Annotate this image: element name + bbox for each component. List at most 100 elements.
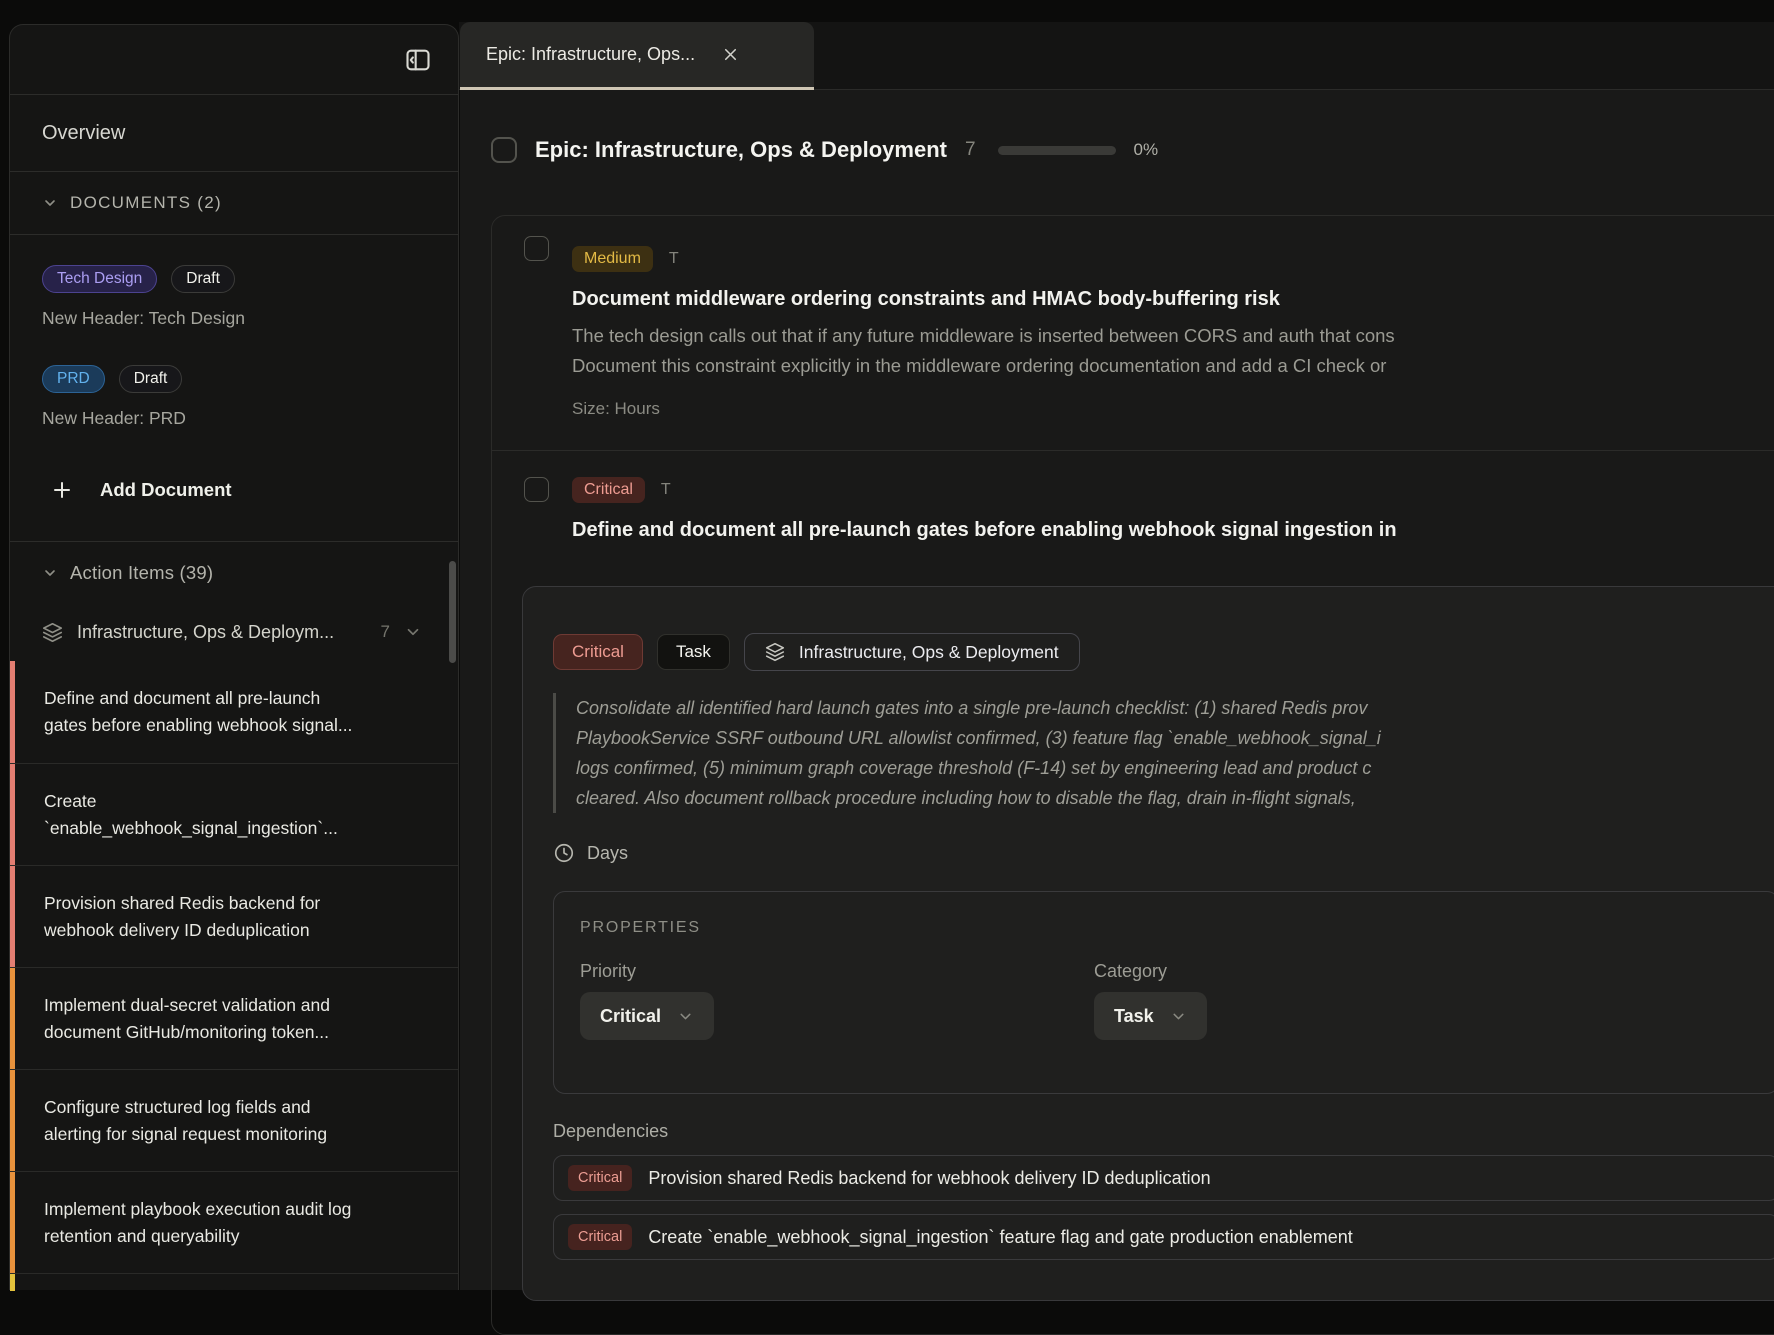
priority-badge: Critical (572, 477, 645, 503)
action-items-group[interactable]: Infrastructure, Ops & Deploym... 7 (10, 603, 458, 661)
properties-box: PROPERTIES Priority Critical Category (553, 891, 1774, 1094)
priority-bar (10, 1274, 15, 1291)
doc-title[interactable]: New Header: Tech Design (42, 306, 426, 331)
priority-bar (10, 968, 15, 1069)
task-description: The tech design calls out that if any fu… (572, 321, 1774, 381)
doc-title[interactable]: New Header: PRD (42, 406, 426, 431)
overview-label: Overview (42, 122, 125, 145)
epic-checkbox[interactable] (491, 137, 517, 163)
dependency-priority-badge: Critical (568, 1165, 632, 1191)
epic-header: Epic: Infrastructure, Ops & Deployment 7… (491, 137, 1158, 163)
sidebar-scrollbar-thumb[interactable] (449, 561, 456, 663)
chip-label: Infrastructure, Ops & Deployment (799, 642, 1059, 663)
item-text: Create (44, 788, 432, 815)
priority-badge: Medium (572, 246, 653, 272)
item-text: gates before enabling webhook signal... (44, 712, 432, 739)
document-item[interactable]: Tech Design Draft New Header: Tech Desig… (42, 265, 426, 331)
doc-status-badge: Draft (119, 365, 183, 393)
tab-epic[interactable]: Epic: Infrastructure, Ops... (460, 22, 814, 90)
documents-section-header[interactable]: DOCUMENTS (2) (10, 172, 458, 235)
category-dropdown-value: Task (1114, 1006, 1154, 1027)
priority-bar (10, 764, 15, 865)
sidebar-collapse-button[interactable] (401, 43, 435, 77)
category-dropdown[interactable]: Task (1094, 992, 1207, 1040)
task-checkbox[interactable] (524, 236, 549, 261)
chevron-down-icon (42, 195, 58, 211)
detail-category-chip[interactable]: Infrastructure, Ops & Deployment (744, 633, 1080, 671)
epic-title: Epic: Infrastructure, Ops & Deployment (535, 137, 947, 163)
effort-label: Days (587, 843, 628, 864)
close-icon (721, 45, 740, 64)
priority-bar (10, 1070, 15, 1171)
priority-bar (10, 1172, 15, 1273)
type-letter: T (661, 481, 671, 499)
epic-count: 7 (965, 139, 976, 161)
dependency-priority-badge: Critical (568, 1224, 632, 1250)
task-title[interactable]: Document middleware ordering constraints… (572, 286, 1774, 313)
dependency-text: Provision shared Redis backend for webho… (648, 1168, 1210, 1189)
list-item[interactable]: Define and document all pre-launch gates… (10, 661, 458, 763)
action-items-section-header[interactable]: Action Items (39) (10, 541, 458, 603)
priority-field-label: Priority (580, 960, 714, 982)
task-title[interactable]: Define and document all pre-launch gates… (572, 517, 1774, 544)
group-label: Infrastructure, Ops & Deploym... (77, 622, 334, 643)
sidebar-item-overview[interactable]: Overview (10, 95, 458, 172)
item-text: Configure structured log fields and (44, 1094, 432, 1121)
group-count: 7 (381, 622, 390, 642)
document-item[interactable]: PRD Draft New Header: PRD (42, 365, 426, 431)
list-item[interactable]: Create `enable_webhook_signal_ingestion`… (10, 763, 458, 865)
list-item[interactable]: Implement playbook execution audit log r… (10, 1171, 458, 1273)
action-items-header-label: Action Items (39) (70, 562, 213, 584)
list-item[interactable] (10, 1273, 458, 1291)
item-text: Implement dual-secret validation and (44, 992, 432, 1019)
detail-type-badge: Task (657, 634, 730, 670)
category-field: Category Task (1094, 960, 1207, 1040)
list-item[interactable]: Provision shared Redis backend for webho… (10, 865, 458, 967)
type-letter: T (669, 250, 679, 268)
documents-header-label: DOCUMENTS (2) (70, 193, 222, 213)
dependency-row[interactable]: Critical Create `enable_webhook_signal_i… (553, 1214, 1774, 1260)
plus-icon (50, 478, 74, 502)
item-text: `enable_webhook_signal_ingestion`... (44, 815, 432, 842)
item-text: document GitHub/monitoring token... (44, 1019, 432, 1046)
list-item[interactable]: Implement dual-secret validation and doc… (10, 967, 458, 1069)
tab-close-button[interactable] (721, 45, 740, 64)
task-size: Size: Hours (572, 399, 1774, 419)
chevron-down-icon (677, 1008, 694, 1025)
task-checkbox[interactable] (524, 477, 549, 502)
chevron-down-icon (1170, 1008, 1187, 1025)
panel-collapse-icon (404, 46, 432, 74)
progress-percent: 0% (1134, 140, 1159, 160)
task-list-card: Medium T Document middleware ordering co… (491, 215, 1774, 1335)
item-text: Implement playbook execution audit log (44, 1196, 432, 1223)
dependencies-header: Dependencies (553, 1120, 1774, 1142)
dependency-row[interactable]: Critical Provision shared Redis backend … (553, 1155, 1774, 1201)
category-field-label: Category (1094, 960, 1207, 982)
tab-label: Epic: Infrastructure, Ops... (486, 44, 695, 65)
main-content: Epic: Infrastructure, Ops & Deployment 7… (460, 90, 1774, 1290)
effort-row: Days (553, 841, 1774, 865)
priority-bar (10, 866, 15, 967)
priority-dropdown[interactable]: Critical (580, 992, 714, 1040)
dependencies-section: Dependencies Critical Provision shared R… (553, 1120, 1774, 1260)
add-document-button[interactable]: Add Document (42, 475, 232, 505)
task-detail-description: Consolidate all identified hard launch g… (553, 693, 1774, 813)
task-row[interactable]: Medium T Document middleware ordering co… (492, 216, 1774, 451)
doc-type-badge: PRD (42, 365, 105, 393)
add-document-label: Add Document (100, 479, 232, 501)
priority-field: Priority Critical (580, 960, 714, 1040)
layers-icon (765, 642, 785, 662)
task-row[interactable]: Critical T Define and document all pre-l… (492, 451, 1774, 544)
doc-type-badge: Tech Design (42, 265, 157, 293)
dependency-text: Create `enable_webhook_signal_ingestion`… (648, 1227, 1353, 1248)
detail-priority-badge: Critical (553, 634, 643, 670)
item-text: retention and queryability (44, 1223, 432, 1250)
layers-icon (42, 622, 63, 643)
list-item[interactable]: Configure structured log fields and aler… (10, 1069, 458, 1171)
chevron-down-icon[interactable] (404, 623, 422, 641)
tab-bar: Epic: Infrastructure, Ops... (459, 22, 1774, 90)
item-text: Define and document all pre-launch (44, 685, 432, 712)
progress-bar (998, 146, 1116, 155)
action-items-list: Define and document all pre-launch gates… (10, 661, 458, 1291)
clock-icon (553, 842, 575, 864)
